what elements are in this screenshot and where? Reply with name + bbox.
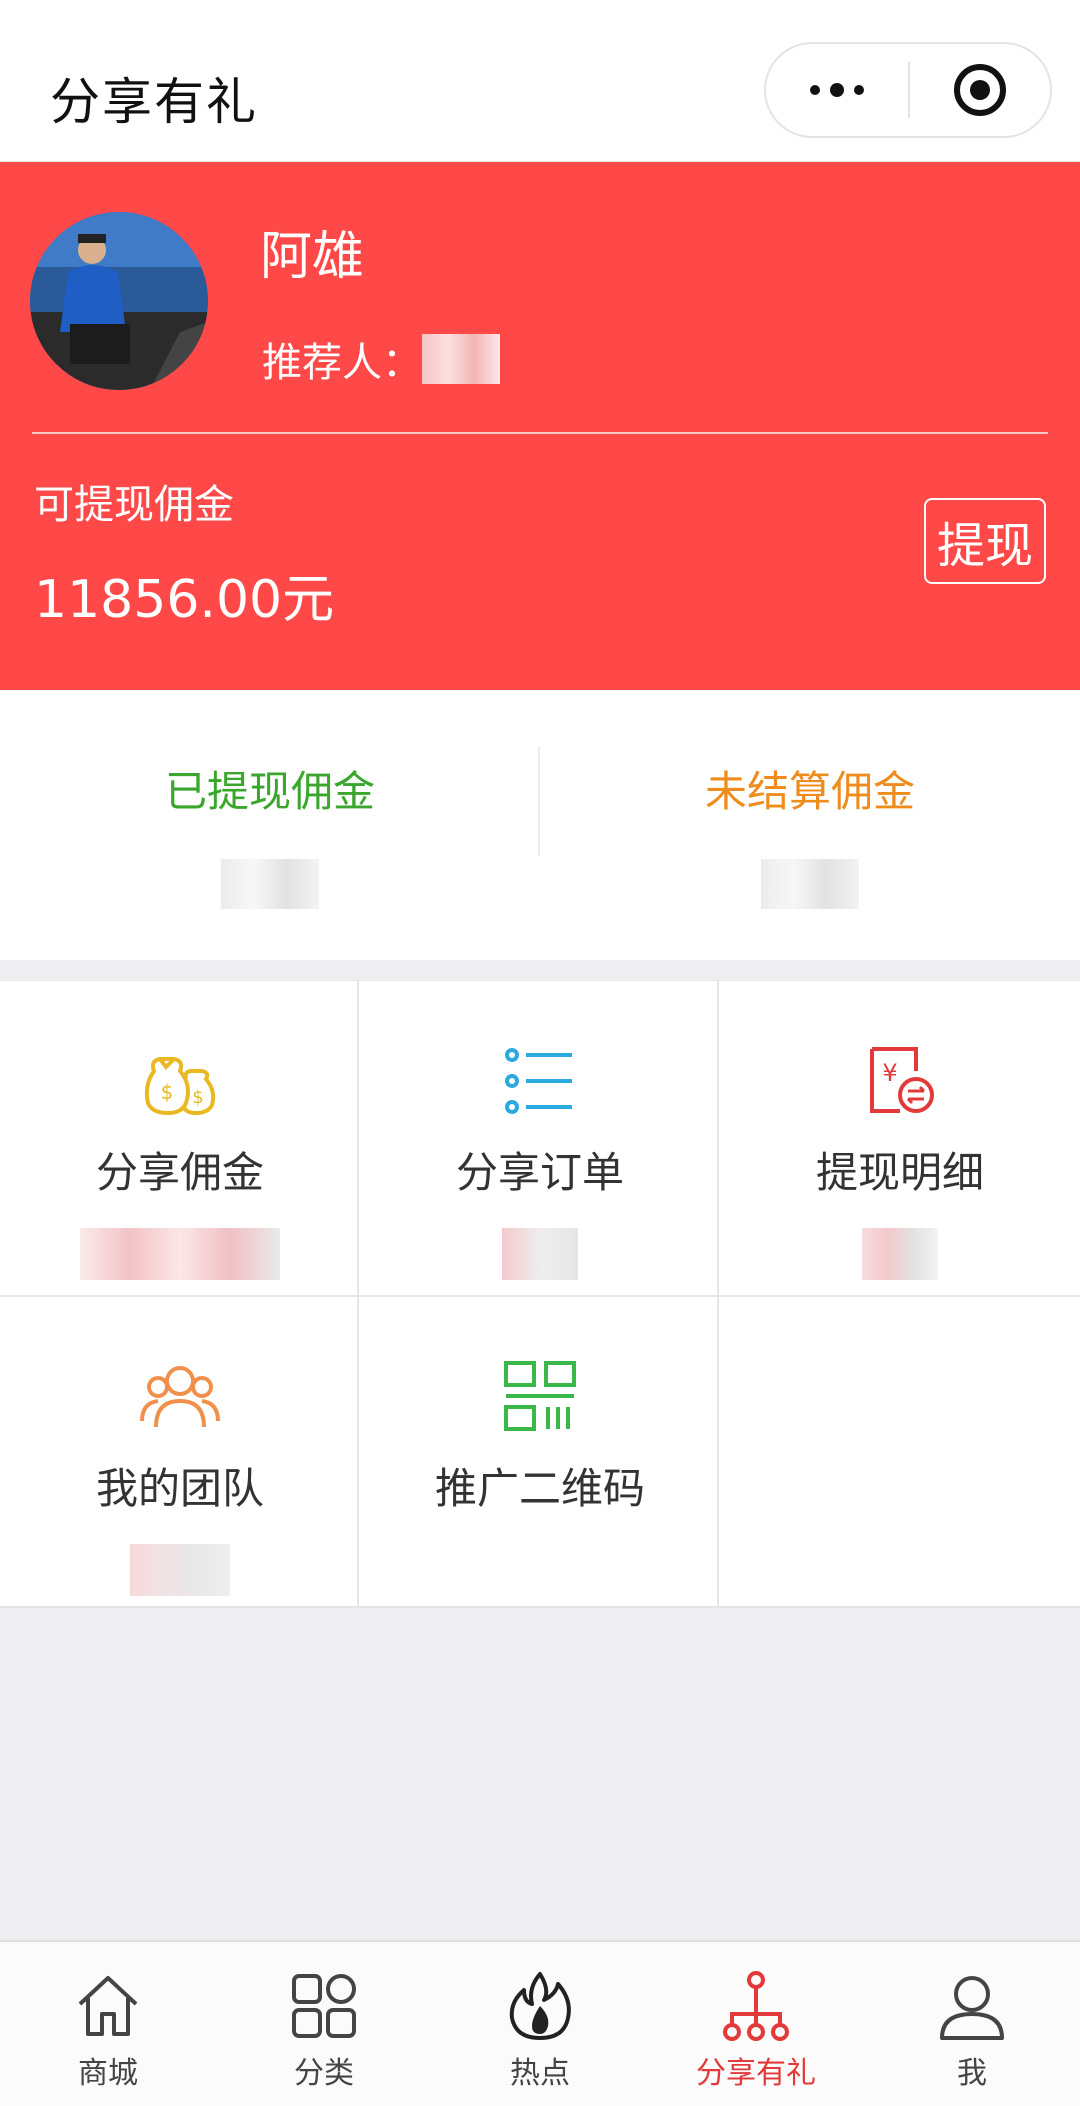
grid-item-my-team[interactable]: 我的团队 (0, 1297, 360, 1611)
hero-divider (32, 432, 1048, 434)
grid-item-empty (720, 1297, 1080, 1611)
grid-item-label: 我的团队 (95, 1464, 264, 1513)
money-bags-icon: $ $ (144, 1057, 216, 1116)
qrcode-icon (504, 1361, 576, 1431)
close-miniprogram-button[interactable] (910, 44, 1050, 136)
commission-summary: 已提现佣金 未结算佣金 (0, 690, 1080, 960)
svg-text:¥: ¥ (882, 1059, 897, 1087)
grid-item-share-commission[interactable]: $ $ 分享佣金 (0, 981, 360, 1295)
fire-icon (509, 1972, 571, 2040)
referrer-name-blurred (422, 334, 500, 384)
tab-label: 分享有礼 (696, 2056, 816, 2091)
share-tree-icon (723, 1971, 789, 2041)
withdrawn-label: 已提现佣金 (164, 767, 375, 816)
withdraw-button[interactable]: 提现 (924, 498, 1046, 584)
list-icon (505, 1048, 572, 1114)
tab-label: 我 (957, 2056, 987, 2091)
referrer-label: 推荐人： (262, 340, 422, 386)
grid-item-withdraw-details[interactable]: ¥ 提现明细 (720, 981, 1080, 1295)
unsettled-commission[interactable]: 未结算佣金 (540, 690, 1080, 960)
grid-item-promo-qrcode[interactable]: 推广二维码 (360, 1297, 720, 1611)
tab-label: 热点 (510, 2056, 570, 2091)
status-bar (0, 0, 1080, 10)
user-icon (940, 1976, 1004, 2040)
grid-item-label: 推广二维码 (434, 1464, 645, 1513)
profile-header: 阿雄 推荐人： 可提现佣金 11856.00元 提现 (0, 162, 1080, 690)
grid-item-value-blurred (862, 1228, 938, 1280)
referrer-row: 推荐人： (262, 330, 500, 388)
tab-mall[interactable]: 商城 (0, 1942, 216, 2106)
more-button[interactable] (766, 44, 908, 136)
withdrawn-commission[interactable]: 已提现佣金 (0, 690, 540, 960)
feature-grid: $ $ 分享佣金 分享订单 ¥ 提现明细 我的团队 推广二维码 (0, 980, 1080, 1611)
more-dots-icon (810, 83, 864, 97)
unsettled-value-blurred (761, 859, 859, 909)
tab-label: 分类 (294, 2056, 354, 2091)
team-icon (140, 1366, 220, 1428)
unsettled-label: 未结算佣金 (704, 767, 915, 816)
grid-item-label: 分享佣金 (95, 1148, 264, 1197)
navigation-bar: 分享有礼 (0, 0, 1080, 162)
grid-item-value-blurred (130, 1544, 230, 1596)
tab-share-gift[interactable]: 分享有礼 (648, 1942, 864, 2106)
home-icon (78, 1976, 138, 2036)
withdrawn-value-blurred (221, 859, 319, 909)
grid-item-value-blurred (80, 1228, 280, 1280)
user-name: 阿雄 (260, 227, 365, 287)
mini-program-capsule (764, 42, 1052, 138)
grid-item-label: 提现明细 (815, 1148, 984, 1197)
grid-item-share-orders[interactable]: 分享订单 (360, 981, 720, 1295)
exchange-receipt-icon: ¥ (870, 1047, 934, 1113)
bottom-tab-bar: 商城 分类 热点 分享有礼 我 (0, 1940, 1080, 2106)
category-icon (292, 1974, 356, 2038)
grid-item-label: 分享订单 (455, 1148, 624, 1197)
avatar-photo (30, 212, 208, 390)
svg-text:$: $ (192, 1087, 203, 1108)
grid-item-value-blurred (502, 1228, 578, 1280)
page-title: 分享有礼 (50, 73, 258, 131)
tab-hot[interactable]: 热点 (432, 1942, 648, 2106)
svg-text:$: $ (161, 1080, 174, 1104)
tab-category[interactable]: 分类 (216, 1942, 432, 2106)
tab-me[interactable]: 我 (864, 1942, 1080, 2106)
withdrawable-label: 可提现佣金 (34, 482, 234, 528)
avatar[interactable] (30, 212, 208, 390)
app-root: 分享有礼 阿雄 推荐人： 可提现佣金 11856.00元 提现 已提现佣金 未结… (0, 0, 1080, 2106)
withdrawable-amount: 11856.00元 (34, 570, 335, 630)
target-circle-icon (954, 64, 1006, 116)
tab-label: 商城 (78, 2056, 138, 2091)
